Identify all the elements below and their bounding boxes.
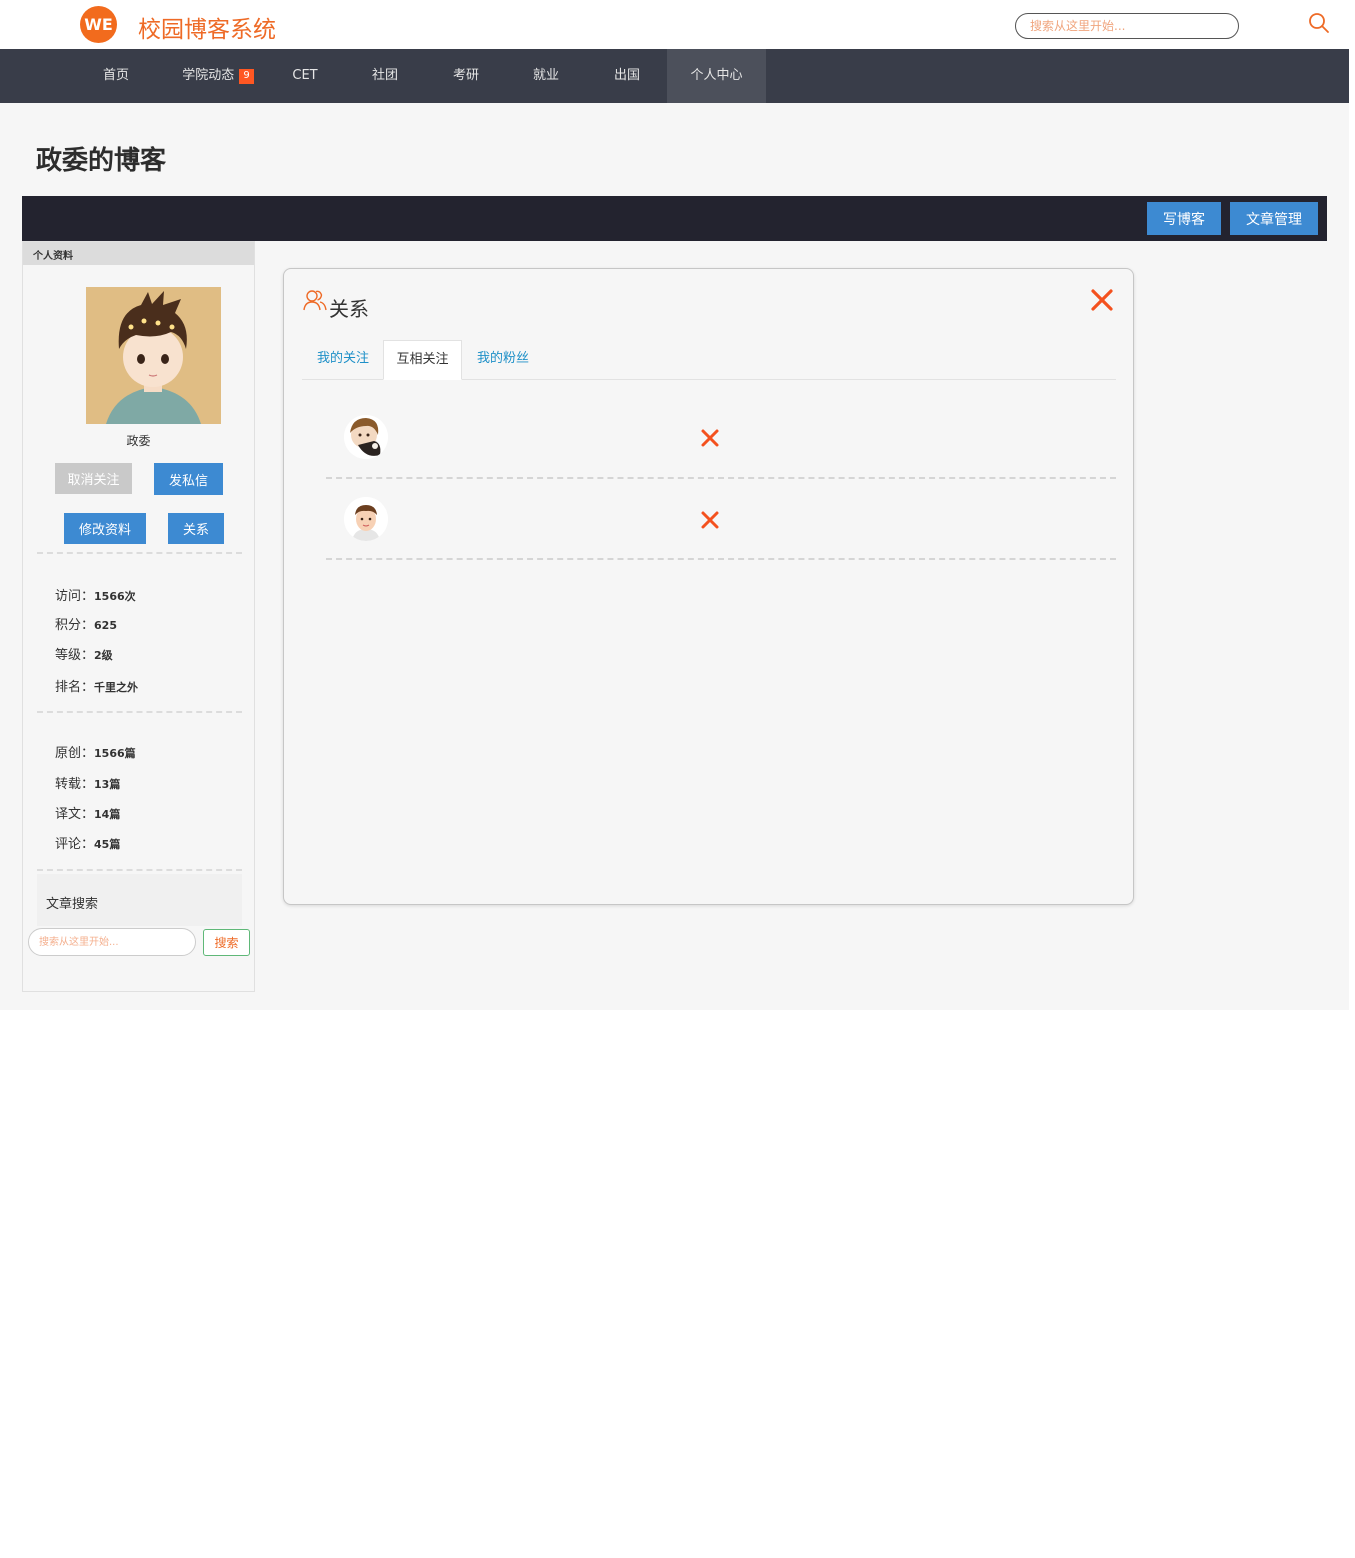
nav-item-label: 就业 (532, 68, 559, 83)
send-message-button[interactable]: 发私信 (154, 463, 223, 495)
edit-profile-button[interactable]: 修改资料 (64, 513, 146, 544)
nav-item-college-news[interactable]: 学院动态 9 (168, 49, 268, 103)
panel-title: 关系 (329, 297, 369, 321)
stat-label: 等级： (55, 648, 95, 663)
relation-panel: 关系 我的关注 互相关注 我的粉丝 (283, 268, 1134, 905)
stat-comments: 评论：45篇 (55, 833, 120, 852)
stat-value: 625 (94, 619, 117, 632)
remove-icon[interactable] (700, 428, 720, 448)
avatar (86, 287, 221, 424)
article-search-button[interactable]: 搜索 (203, 929, 250, 956)
divider (37, 869, 242, 871)
search-icon[interactable] (1308, 12, 1330, 34)
row-divider (326, 477, 1116, 479)
stat-value: 14篇 (94, 808, 121, 821)
stat-label: 排名： (55, 680, 95, 695)
nav-item-label: 社团 (371, 68, 398, 83)
nav-item-label: 首页 (102, 68, 129, 83)
stat-value: 1566次 (94, 590, 136, 603)
stat-label: 积分： (55, 618, 95, 633)
stat-level: 等级：2级 (55, 644, 113, 663)
divider (37, 552, 242, 554)
site-logo[interactable]: WE (80, 6, 117, 43)
blog-title: 政委的博客 (36, 146, 167, 176)
nav-item-cet[interactable]: CET (280, 49, 330, 103)
unfollow-button[interactable]: 取消关注 (55, 463, 132, 494)
stat-points: 积分：625 (55, 614, 117, 633)
top-search-input[interactable] (1015, 13, 1239, 39)
stat-value: 1566篇 (94, 747, 136, 760)
stat-label: 转载： (55, 777, 95, 792)
row-divider (326, 558, 1116, 560)
user-avatar-icon (86, 287, 221, 424)
stat-translations: 译文：14篇 (55, 803, 120, 822)
stat-label: 访问： (55, 589, 95, 604)
nav-item-personal-center[interactable]: 个人中心 (667, 49, 766, 103)
nav-item-label: 考研 (452, 68, 479, 83)
article-manage-button[interactable]: 文章管理 (1230, 202, 1318, 235)
users-icon (303, 290, 327, 311)
divider (37, 711, 242, 713)
stat-label: 评论： (55, 837, 95, 852)
article-search-label: 文章搜索 (46, 897, 99, 912)
nav-item-clubs[interactable]: 社团 (355, 49, 415, 103)
sidebar-header: 个人资料 (23, 242, 254, 265)
stat-value: 千里之外 (94, 681, 139, 694)
nav-item-postgrad[interactable]: 考研 (436, 49, 496, 103)
user-name: 政委 (126, 434, 151, 448)
site-title[interactable]: 校园博客系统 (138, 10, 276, 44)
stat-original: 原创：1566篇 (55, 742, 136, 761)
stat-visits: 访问：1566次 (55, 585, 136, 604)
avatar-1-icon (344, 415, 388, 459)
stat-label: 译文： (55, 807, 95, 822)
tab-my-following[interactable]: 我的关注 (304, 340, 382, 380)
nav-item-home[interactable]: 首页 (80, 49, 152, 103)
top-header: WE 校园博客系统 (0, 0, 1349, 49)
nav-item-label: CET (292, 68, 318, 83)
blog-action-bar: 写博客 文章管理 (22, 196, 1327, 241)
stat-rank: 排名：千里之外 (55, 676, 138, 695)
avatar[interactable] (344, 415, 388, 459)
article-search-input[interactable] (28, 928, 196, 956)
write-blog-button[interactable]: 写博客 (1147, 202, 1221, 235)
notification-badge: 9 (239, 69, 254, 84)
nav-item-label: 学院动态 (182, 68, 235, 83)
nav-item-jobs[interactable]: 就业 (516, 49, 576, 103)
tab-my-fans[interactable]: 我的粉丝 (464, 340, 542, 380)
relation-button[interactable]: 关系 (168, 513, 224, 544)
stat-reposts: 转载：13篇 (55, 773, 120, 792)
stat-value: 13篇 (94, 778, 121, 791)
avatar[interactable] (344, 497, 388, 541)
tab-mutual-following[interactable]: 互相关注 (383, 340, 462, 380)
nav-item-abroad[interactable]: 出国 (597, 49, 657, 103)
close-icon[interactable] (1090, 288, 1114, 312)
remove-icon[interactable] (700, 510, 720, 530)
stat-label: 原创： (55, 746, 95, 761)
profile-sidebar: 个人资料 政委 取消关注 发私信 修改资料 关系 访问：1566次 积分：625… (22, 241, 255, 992)
avatar-2-icon (344, 497, 388, 541)
stat-value: 2级 (94, 649, 113, 662)
nav-item-label: 出国 (613, 68, 640, 83)
main-nav: 首页 学院动态 9 CET 社团 考研 就业 出国 个人中心 (0, 49, 1349, 103)
stat-value: 45篇 (94, 838, 121, 851)
nav-item-label: 个人中心 (690, 68, 743, 83)
